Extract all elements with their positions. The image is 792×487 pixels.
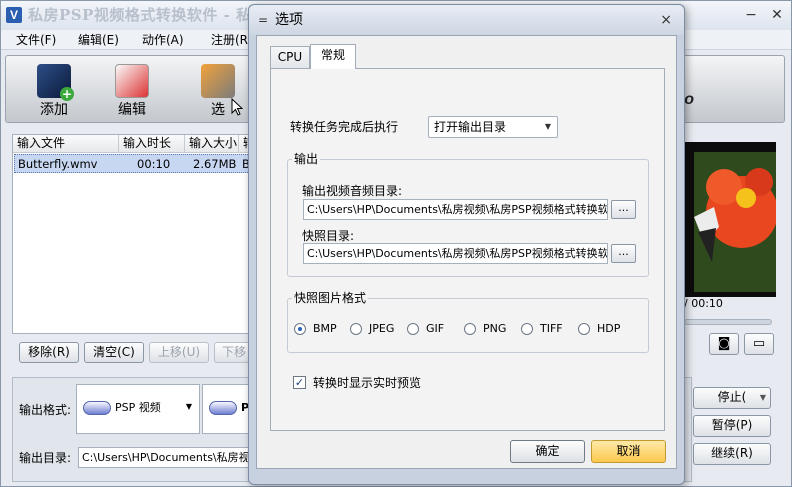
cell-duration: 00:10 [137,157,171,171]
after-convert-value: 打开输出目录 [434,120,507,134]
continue-button[interactable]: 继续(R) [693,443,771,465]
column-input-file[interactable]: 输入文件 [13,135,119,153]
system-menu-icon[interactable]: = [258,14,268,26]
add-video-icon: + [37,64,74,101]
cell-file: Butterfly.wmv [18,157,98,171]
tab-cpu[interactable]: CPU [270,46,310,68]
after-convert-label: 转换任务完成后执行 [290,120,399,134]
edit-label: 编辑 [118,102,146,118]
snapshot-format-group: 快照图片格式 BMP JPEG GIF PNG TIFF HDP [287,290,649,353]
output-format-secondary[interactable]: PS [202,384,257,434]
output-group-title: 输出 [292,151,321,167]
browse-video-dir-button[interactable]: ... [611,200,636,219]
psp-device-icon [209,401,237,415]
realtime-preview-checkbox[interactable]: ✓ [293,376,306,389]
add-label: 添加 [40,102,68,118]
tab-general[interactable]: 常规 [310,44,356,69]
pause-button[interactable]: 暂停(P) [693,415,771,437]
radio-circle [464,323,476,335]
realtime-preview-label[interactable]: 转换时显示实时预览 [313,375,421,391]
browse-snapshot-dir-button[interactable]: ... [611,244,636,263]
radio-circle [521,323,533,335]
chevron-down-icon: ▼ [544,122,551,131]
radio-hdp-label: HDP [597,322,621,335]
remove-button[interactable]: 移除(R) [19,342,79,363]
minimize-button[interactable]: − [742,7,760,23]
cancel-button[interactable]: 取消 [591,440,666,463]
psp-device-icon [83,401,111,415]
clear-button[interactable]: 清空(C) [84,342,144,363]
after-convert-select[interactable]: 打开输出目录 ▼ [428,116,558,138]
options-dialog: = 选项 × CPU 常规 转换任务完成后执行 打开输出目录 ▼ 输出 输出视频… [248,4,685,485]
radio-circle [407,323,419,335]
stop-label: 停止( [717,390,747,404]
main-window-title: 私房PSP视频格式转换软件 - 私 [28,6,252,24]
radio-jpeg-label: JPEG [369,322,395,335]
butterfly-flower-preview [684,142,776,297]
mouse-cursor-icon [231,98,243,116]
output-dir-label: 输出目录: [19,451,72,465]
preview-image [684,142,776,297]
cell-size: 2.67MB [193,157,237,171]
output-format-label: 输出格式: [19,403,72,417]
output-format-select[interactable]: PSP 视频 ▼ [76,384,200,434]
table-row[interactable]: Butterfly.wmv 00:10 2.67MB Bu [14,154,262,173]
wrench-icon [201,64,235,98]
edit-button[interactable]: 编辑 [102,62,162,120]
dialog-title: 选项 [275,12,303,28]
radio-circle [578,323,590,335]
column-input-size[interactable]: 输入大小 [185,135,239,153]
menu-edit[interactable]: 编辑(E) [78,32,119,48]
general-tab-page: 转换任务完成后执行 打开输出目录 ▼ 输出 输出视频音频目录: C:\Users… [270,68,665,431]
radio-bmp-label: BMP [313,322,337,335]
video-audio-dir-field[interactable]: C:\Users\HP\Documents\私房视频\私房PSP视频格式转换软 [303,199,608,220]
move-up-button[interactable]: 上移(U) [149,342,209,363]
snapshot-dir-field[interactable]: C:\Users\HP\Documents\私房视频\私房PSP视频格式转换软 [303,243,608,264]
radio-circle [350,323,362,335]
dialog-body: CPU 常规 转换任务完成后执行 打开输出目录 ▼ 输出 输出视频音频目录: C… [256,35,677,469]
edit-pencil-icon [115,64,149,98]
ok-button[interactable]: 确定 [510,440,585,463]
menu-register[interactable]: 注册(R [211,32,248,48]
close-button[interactable]: ✕ [768,7,786,23]
fullscreen-icon[interactable]: ▭ [744,333,774,355]
radio-dot [298,327,302,331]
column-input-duration[interactable]: 输入时长 [119,135,185,153]
dialog-titlebar[interactable]: = 选项 × [249,5,684,35]
output-format-value: PSP 视频 [115,401,161,414]
app-logo-icon: V [6,7,22,23]
radio-selected-indicator [294,323,306,335]
snapshot-camera-icon[interactable]: ◙ [709,333,739,355]
menu-file[interactable]: 文件(F) [16,32,56,48]
video-audio-dir-label: 输出视频音频目录: [302,184,403,198]
radio-png-label: PNG [483,322,507,335]
file-list[interactable]: 输入文件 输入时长 输入大小 输 Butterfly.wmv 00:10 2.6… [12,134,262,334]
chevron-down-icon: ▼ [759,393,766,402]
menu-action[interactable]: 动作(A) [142,32,184,48]
chevron-down-icon: ▼ [185,402,192,411]
stop-button[interactable]: 停止( ▼ [693,387,771,409]
snapshot-dir-label: 快照目录: [302,229,355,243]
preview-seekbar[interactable] [684,319,772,325]
radio-gif-label: GIF [426,322,445,335]
radio-tiff-label: TIFF [540,322,563,335]
close-icon[interactable]: × [660,12,672,28]
preview-time: / 00:10 [684,297,723,310]
add-button[interactable]: + 添加 [24,62,84,120]
snapshot-format-title: 快照图片格式 [292,290,369,306]
